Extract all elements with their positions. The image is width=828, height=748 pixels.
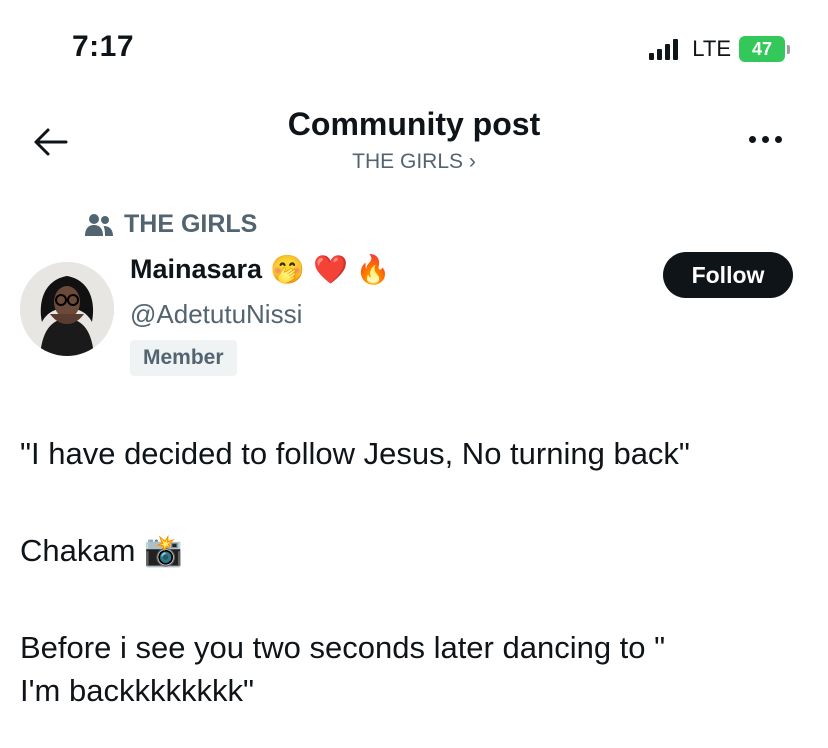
post-line: "I have decided to follow Jesus, No turn… xyxy=(20,436,690,471)
member-badge: Member xyxy=(130,340,237,376)
status-time: 7:17 xyxy=(72,30,135,63)
page-title: Community post xyxy=(287,106,541,142)
author-name-row[interactable]: Mainasara 🤭 ❤️ 🔥 xyxy=(130,254,391,285)
people-icon xyxy=(85,213,113,236)
more-options-button[interactable] xyxy=(740,124,790,154)
page-header: Community post THE GIRLS › xyxy=(0,100,828,195)
post-line: Before i see you two seconds later danci… xyxy=(20,630,666,665)
follow-button[interactable]: Follow xyxy=(663,252,793,298)
battery-level: 47 xyxy=(739,36,785,62)
status-bar: 7:17 LTE 47 xyxy=(0,0,828,100)
heart-emoji: ❤️ xyxy=(312,253,348,285)
community-label[interactable]: THE GIRLS xyxy=(84,210,257,239)
more-horizontal-icon xyxy=(748,135,756,143)
status-indicators: LTE 47 xyxy=(649,36,790,62)
community-name: THE GIRLS xyxy=(124,210,258,238)
post-line: Chakam 📸 xyxy=(20,533,183,568)
community-link[interactable]: THE GIRLS › xyxy=(0,150,828,174)
fire-emoji: 🔥 xyxy=(355,253,391,285)
avatar-image xyxy=(20,262,114,356)
avatar[interactable] xyxy=(20,262,114,356)
battery-icon: 47 xyxy=(739,36,790,62)
author-handle[interactable]: @AdetutuNissi xyxy=(130,299,302,330)
network-label: LTE xyxy=(692,36,731,61)
signal-icon xyxy=(649,38,679,60)
hand-over-mouth-emoji: 🤭 xyxy=(270,253,305,285)
post-text: "I have decided to follow Jesus, No turn… xyxy=(20,432,810,712)
post-line: I'm backkkkkkkk" xyxy=(20,673,254,708)
author-name: Mainasara xyxy=(130,254,263,284)
